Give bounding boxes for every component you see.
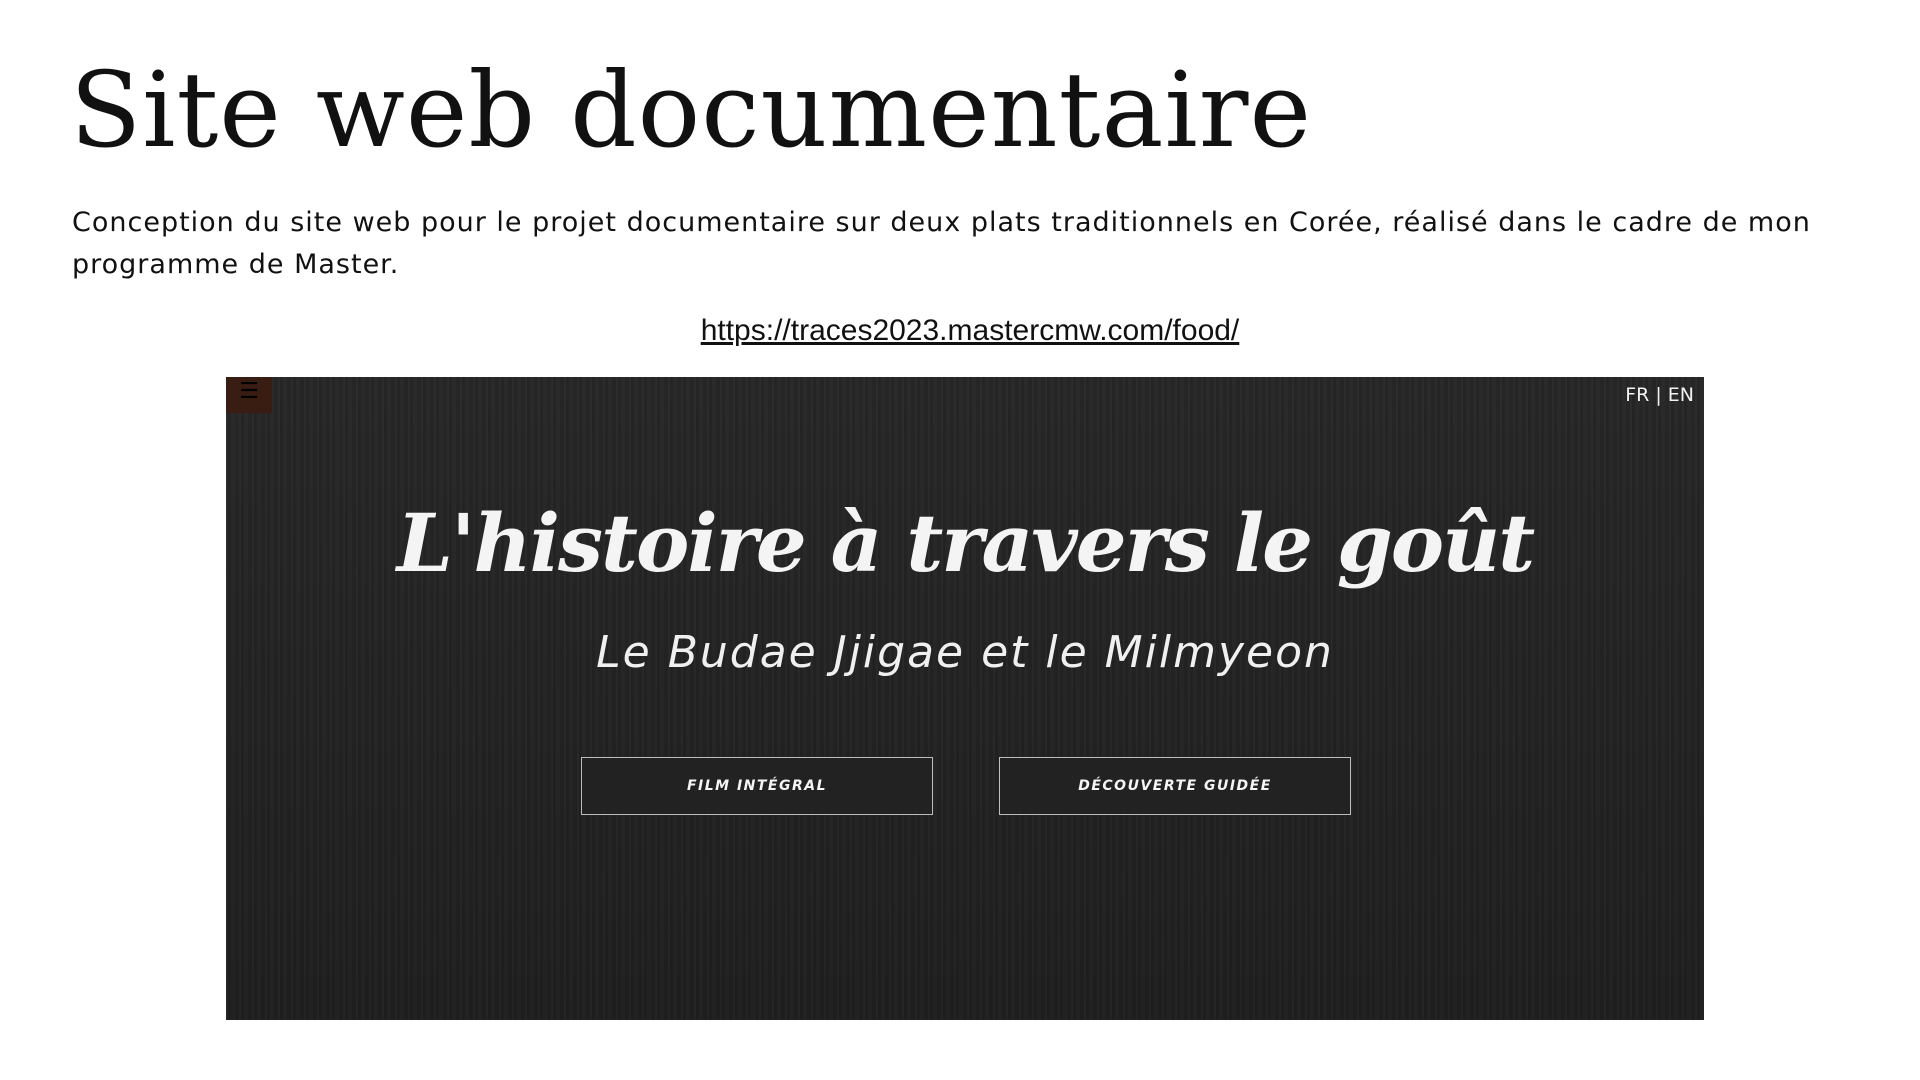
lang-separator: |	[1655, 384, 1662, 406]
project-url-link[interactable]: https://traces2023.mastercmw.com/food/	[0, 311, 1920, 351]
page-title: Site web documentaire	[70, 49, 1312, 171]
project-description: Conception du site web pour le projet do…	[72, 207, 1811, 280]
lang-fr-link[interactable]: FR	[1625, 384, 1649, 406]
lang-en-link[interactable]: EN	[1668, 384, 1694, 406]
website-screenshot: ☰ FR | EN L'histoire à travers le goût L…	[226, 377, 1704, 1020]
full-film-button[interactable]: FILM INTÉGRAL	[581, 757, 933, 815]
hero-subtitle: Le Budae Jjigae et le Milmyeon	[596, 627, 1334, 678]
hero-title: L'histoire à travers le goût	[396, 496, 1536, 590]
language-switcher: FR | EN	[1625, 377, 1694, 413]
hamburger-menu-icon[interactable]: ☰	[226, 377, 272, 413]
guided-tour-button[interactable]: DÉCOUVERTE GUIDÉE	[999, 757, 1351, 815]
